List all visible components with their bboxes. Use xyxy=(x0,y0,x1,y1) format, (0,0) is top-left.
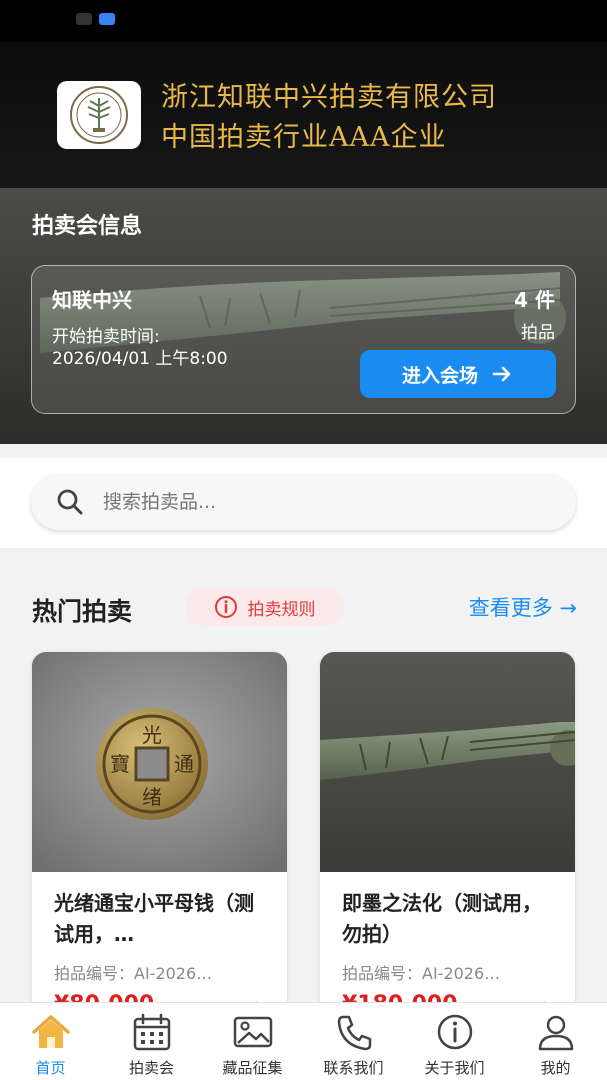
tab-about[interactable]: 关于我们 xyxy=(404,1003,505,1080)
hot-auction-title: 热门拍卖 xyxy=(32,597,133,626)
phone-icon xyxy=(337,1015,371,1051)
arrow-right-icon xyxy=(492,366,511,382)
status-indicator-icon xyxy=(76,13,92,25)
auction-name: 知联中兴 xyxy=(52,288,132,312)
company-name-line2: 中国拍卖行业AAA企业 xyxy=(161,122,447,153)
tab-label: 联系我们 xyxy=(323,1059,384,1077)
svg-text:寶: 寶 xyxy=(110,752,130,776)
calendar-icon xyxy=(133,1013,170,1051)
home-icon xyxy=(31,1015,70,1048)
product-card[interactable]: 光 绪 寶 通 光绪通宝小平母钱（测试用，… 拍品编号：AI-2026… ¥80… xyxy=(32,652,287,1012)
company-name-line1: 浙江知联中兴拍卖有限公司 xyxy=(161,82,497,113)
tab-contact[interactable]: 联系我们 xyxy=(303,1003,404,1080)
product-name: 光绪通宝小平母钱（测试用，… xyxy=(54,891,254,946)
see-more-link[interactable]: 查看更多 → xyxy=(469,592,577,622)
product-name: 即墨之法化（测试用，勿拍） xyxy=(342,891,542,946)
auction-info-section: 拍卖会信息 知联中兴 开始拍卖时间: 2026/04/01 上午8:00 4 件… xyxy=(0,188,607,444)
tab-collection[interactable]: 藏品征集 xyxy=(202,1003,303,1080)
hot-auction-section: 热门拍卖 拍卖规则 查看更多 → 光 绪 寶 通 光绪通宝小平母钱（测试用，… xyxy=(0,562,607,1012)
auction-rules-label: 拍卖规则 xyxy=(247,599,316,620)
info-circle-icon xyxy=(437,1014,472,1050)
image-icon xyxy=(233,1016,272,1048)
tab-mine[interactable]: 我的 xyxy=(505,1003,606,1080)
product-code: 拍品编号：AI-2026… xyxy=(342,964,501,983)
enter-venue-label: 进入会场 xyxy=(401,365,478,387)
usb-indicator-icon xyxy=(99,13,115,25)
status-bar xyxy=(0,0,607,42)
search-bar[interactable] xyxy=(31,474,576,530)
company-seal-logo xyxy=(57,81,141,149)
start-time-value: 2026/04/01 上午8:00 xyxy=(52,349,228,369)
auction-card[interactable]: 知联中兴 开始拍卖时间: 2026/04/01 上午8:00 4 件 拍品 进入… xyxy=(31,265,576,414)
item-count-unit: 拍品 xyxy=(521,323,555,343)
search-icon xyxy=(57,489,83,515)
tab-home[interactable]: 首页 xyxy=(0,1003,101,1080)
auction-rules-button[interactable]: 拍卖规则 xyxy=(185,588,344,626)
svg-text:通: 通 xyxy=(174,752,194,776)
search-input[interactable] xyxy=(103,491,523,513)
knife-coin-image xyxy=(320,652,575,872)
tab-label: 拍卖会 xyxy=(128,1059,174,1077)
product-card[interactable]: 即墨之法化（测试用，勿拍） 拍品编号：AI-2026… ¥180,000 0次 xyxy=(320,652,575,1012)
tab-auction[interactable]: 拍卖会 xyxy=(101,1003,202,1080)
company-header: 浙江知联中兴拍卖有限公司 中国拍卖行业AAA企业 xyxy=(0,42,607,188)
tab-label: 我的 xyxy=(540,1059,571,1077)
user-icon xyxy=(538,1015,573,1051)
auction-info-title: 拍卖会信息 xyxy=(32,214,143,239)
coin-image: 光 绪 寶 通 xyxy=(32,652,287,872)
product-code: 拍品编号：AI-2026… xyxy=(54,964,213,983)
info-icon xyxy=(214,596,237,618)
tab-label: 关于我们 xyxy=(424,1059,485,1077)
company-name: 浙江知联中兴拍卖有限公司 中国拍卖行业AAA企业 xyxy=(161,78,497,158)
tab-label: 首页 xyxy=(35,1059,66,1077)
tab-label: 藏品征集 xyxy=(222,1059,283,1077)
search-section xyxy=(0,458,607,548)
svg-text:光: 光 xyxy=(142,723,162,747)
bottom-tab-bar: 首页 拍卖会 藏品征集 联系我们 关于我们 我的 xyxy=(0,1002,607,1080)
svg-text:绪: 绪 xyxy=(142,785,162,809)
app-screen: 浙江知联中兴拍卖有限公司 中国拍卖行业AAA企业 拍卖会信息 知联中兴 开始拍卖… xyxy=(0,0,607,1080)
item-count: 4 件 xyxy=(514,288,555,312)
enter-venue-button[interactable]: 进入会场 xyxy=(360,350,556,398)
